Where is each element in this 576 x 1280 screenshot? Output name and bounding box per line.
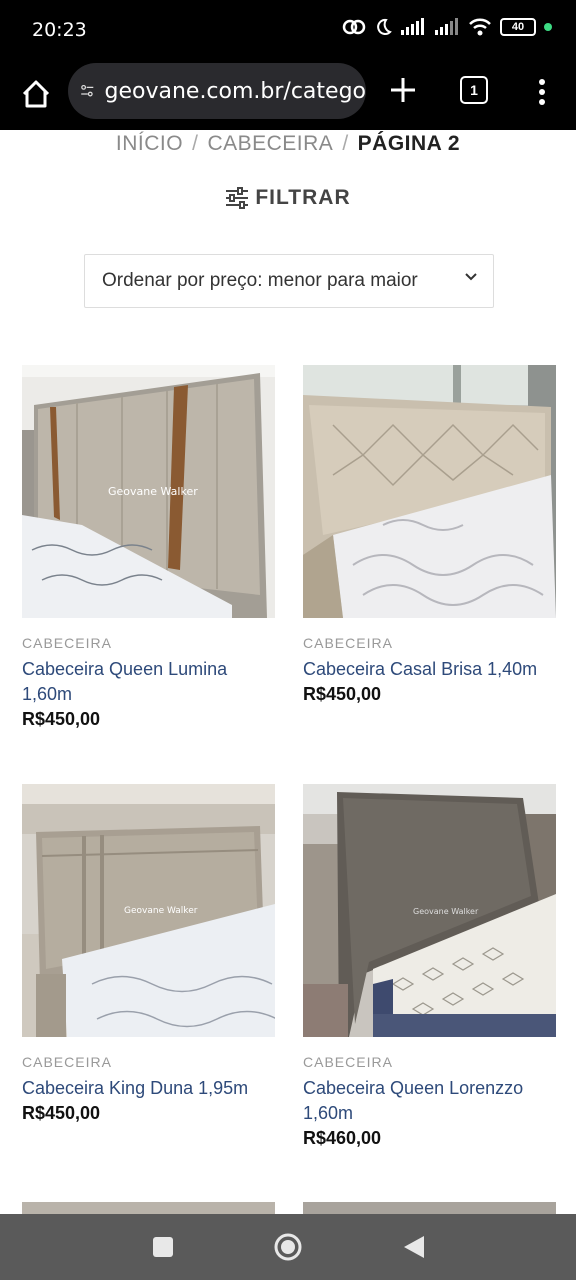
product-image-partial[interactable] — [22, 1202, 275, 1214]
filter-label: FILTRAR — [255, 186, 351, 209]
watermark-text: Geovane Walker — [108, 485, 198, 498]
sort-label: Ordenar por preço: menor para maior — [102, 270, 418, 291]
product-image[interactable]: Geovane Walker — [22, 365, 275, 618]
privacy-dot — [544, 23, 552, 31]
breadcrumb-home[interactable]: INÍCIO — [116, 132, 183, 155]
breadcrumb-separator: / — [342, 132, 349, 155]
breadcrumb-separator: / — [192, 132, 199, 155]
product-title[interactable]: Cabeceira Queen Lorenzzo 1,60m — [303, 1076, 556, 1126]
triangle-back-icon[interactable] — [402, 1234, 426, 1260]
breadcrumb: INÍCIO / CABECEIRA / PÁGINA 2 — [0, 132, 576, 156]
square-icon[interactable] — [152, 1236, 174, 1258]
product-card[interactable]: Geovane Walker CABECEIRA Cabeceira Queen… — [303, 784, 556, 1149]
moon-icon — [377, 18, 392, 35]
signal-icon — [401, 18, 424, 35]
breadcrumb-current: PÁGINA 2 — [357, 132, 461, 155]
product-category: CABECEIRA — [22, 1054, 112, 1070]
sort-select[interactable]: Ordenar por preço: menor para maior — [84, 254, 494, 308]
wifi-icon — [469, 18, 491, 36]
sliders-icon — [226, 187, 249, 209]
battery-icon: 40 — [500, 18, 536, 36]
product-price: R$450,00 — [22, 1103, 101, 1123]
signal-icon-2 — [435, 18, 458, 35]
site-settings-icon[interactable] — [80, 80, 95, 102]
browser-toolbar: geovane.com.br/catego 1 — [0, 60, 576, 130]
product-price: R$450,00 — [22, 709, 101, 729]
home-icon[interactable] — [16, 74, 56, 114]
status-time: 20:23 — [32, 19, 87, 41]
product-image-partial[interactable] — [303, 1202, 556, 1214]
watermark-text: Geovane Walker — [124, 906, 198, 916]
tabs-button[interactable]: 1 — [460, 76, 488, 104]
circle-icon[interactable] — [273, 1232, 303, 1262]
more-vert-icon[interactable] — [530, 74, 554, 110]
address-bar[interactable]: geovane.com.br/catego — [68, 63, 366, 119]
product-title[interactable]: Cabeceira Queen Lumina 1,60m — [22, 657, 275, 707]
product-price: R$450,00 — [303, 684, 382, 704]
status-bar: 20:23 40 — [0, 0, 576, 60]
system-nav-bar — [0, 1214, 576, 1280]
new-tab-button[interactable] — [385, 72, 421, 108]
product-card[interactable]: CABECEIRA Cabeceira Casal Brisa 1,40m R$… — [303, 365, 556, 705]
product-category: CABECEIRA — [303, 635, 393, 651]
product-category: CABECEIRA — [303, 1054, 393, 1070]
link-icon — [342, 19, 366, 35]
status-icons: 40 — [342, 18, 552, 36]
product-category: CABECEIRA — [22, 635, 112, 651]
product-card[interactable]: Geovane Walker CABECEIRA Cabeceira King … — [22, 784, 275, 1124]
watermark-text: Geovane Walker — [413, 907, 479, 916]
product-price: R$460,00 — [303, 1128, 382, 1148]
product-title[interactable]: Cabeceira King Duna 1,95m — [22, 1076, 275, 1101]
page-content: INÍCIO / CABECEIRA / PÁGINA 2 FILTRAR Ordena… — [0, 130, 576, 1214]
product-image[interactable]: Geovane Walker — [303, 784, 556, 1037]
filter-button[interactable]: FILTRAR — [0, 186, 576, 210]
chevron-down-icon — [465, 273, 477, 281]
breadcrumb-category[interactable]: CABECEIRA — [207, 132, 333, 155]
product-image[interactable]: Geovane Walker — [22, 784, 275, 1037]
product-card[interactable]: Geovane Walker CABECEIRA Cabeceira Queen… — [22, 365, 275, 730]
product-title[interactable]: Cabeceira Casal Brisa 1,40m — [303, 657, 556, 682]
product-image[interactable] — [303, 365, 556, 618]
url-text: geovane.com.br/catego — [104, 78, 367, 104]
